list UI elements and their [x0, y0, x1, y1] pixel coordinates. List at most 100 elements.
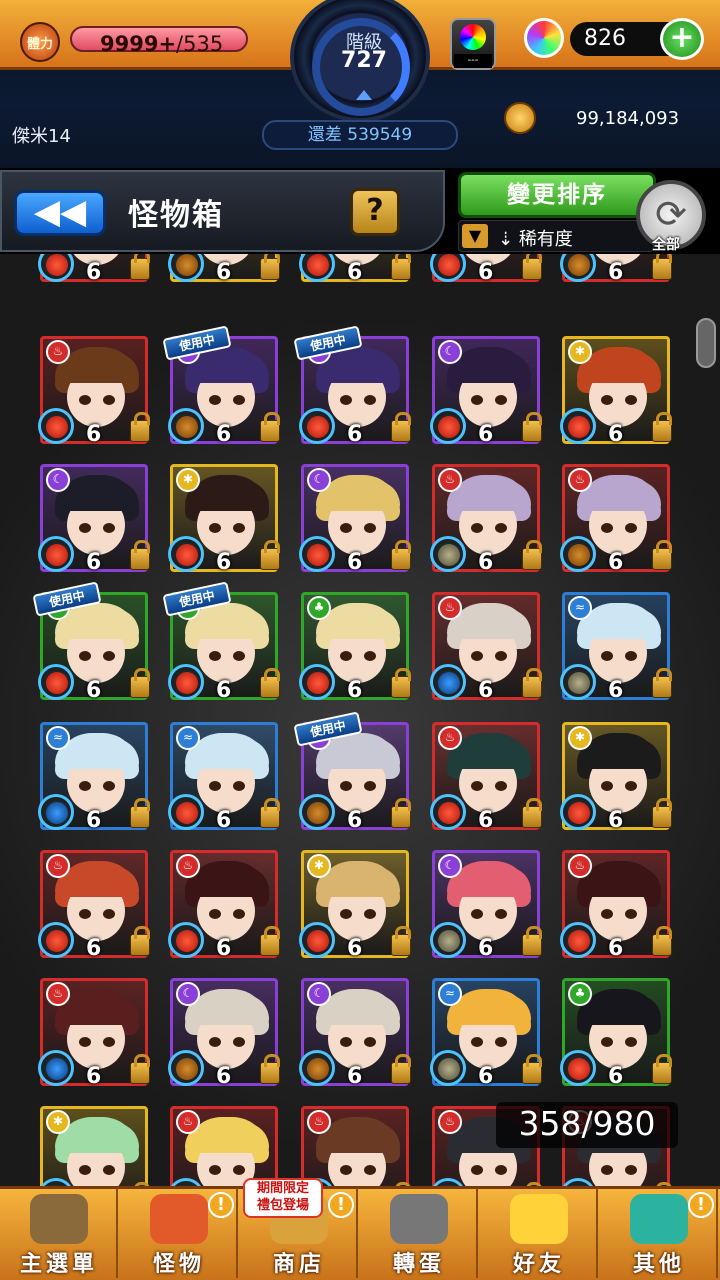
monster-card[interactable]: ☾ 6 使用中 [293, 325, 411, 447]
help-button[interactable]: ? [350, 188, 400, 236]
back-button[interactable]: ◀◀ [14, 190, 106, 236]
eye [364, 909, 376, 919]
eye [601, 781, 613, 791]
friends-icon [510, 1194, 568, 1244]
lock-icon [391, 926, 411, 956]
water-element-icon: ≈ [438, 982, 462, 1006]
lock-icon [130, 668, 150, 698]
fruit-icon [176, 254, 198, 276]
monster-box-grid[interactable]: ♨ 6 ✱ 6 ✱ 6 ♨ 6 [0, 254, 720, 1186]
fire-element-icon: ♨ [176, 1110, 200, 1134]
monster-level: 6 [86, 422, 102, 447]
monster-card[interactable]: ♨ 6 [430, 592, 542, 703]
monster-card[interactable]: ♣ 6 [560, 978, 672, 1089]
monster-card[interactable]: ≈ 6 [168, 722, 280, 833]
filter-icon[interactable]: ▼ [462, 224, 488, 248]
monster-card[interactable]: ♨ 6 [560, 254, 672, 285]
monster-level: 6 [478, 808, 494, 833]
eye [495, 395, 507, 405]
eye [625, 651, 637, 661]
gem-case-button[interactable]: --- [450, 18, 496, 70]
monster-card[interactable]: ≈ 6 [430, 978, 542, 1089]
fruit-icon [568, 1058, 590, 1080]
monster-card[interactable]: ♨ 6 [168, 1106, 280, 1186]
monster-card[interactable]: ♨ 6 [38, 850, 150, 961]
lock-icon [652, 540, 672, 570]
monster-card[interactable]: ♨ 6 [430, 464, 542, 575]
monster-card[interactable]: ♣ 6 使用中 [162, 581, 280, 703]
lock-icon [260, 540, 280, 570]
monster-card[interactable]: ✱ 6 [560, 336, 672, 447]
monster-card[interactable]: ♨ 6 [430, 722, 542, 833]
nav-item[interactable]: 怪物! [120, 1188, 238, 1278]
monster-card[interactable]: ♨ 6 [38, 254, 150, 285]
monster-card[interactable]: ☾ 6 [38, 464, 150, 575]
eye [209, 651, 221, 661]
fruit-icon [568, 254, 590, 276]
lock-icon [652, 668, 672, 698]
monster-card[interactable]: ♨ 6 [38, 978, 150, 1089]
eye [625, 909, 637, 919]
dark-element-icon: ☾ [438, 340, 462, 364]
monster-card[interactable]: ✱ 6 [299, 850, 411, 961]
fire-element-icon: ♨ [307, 1110, 331, 1134]
monster-card[interactable]: ✱ 6 [168, 464, 280, 575]
eye [625, 523, 637, 533]
water-element-icon: ≈ [568, 596, 592, 620]
nav-item-label: 轉蛋 [392, 1252, 445, 1277]
monster-level: 6 [86, 678, 102, 703]
light-element-icon: ✱ [568, 340, 592, 364]
monster-card[interactable]: ✱ 6 [299, 254, 411, 285]
fruit-icon [568, 930, 590, 952]
monster-card[interactable]: ♨ 6 [560, 850, 672, 961]
monster-card[interactable]: ☾ 6 [168, 978, 280, 1089]
lock-icon [391, 540, 411, 570]
nav-item[interactable]: 主選單 [0, 1188, 118, 1278]
monster-card[interactable]: ✱ 6 [168, 254, 280, 285]
fruit-icon [307, 416, 329, 438]
monster-card[interactable]: ☾ 6 [299, 464, 411, 575]
buy-orb-button[interactable]: + [660, 18, 704, 60]
scrollbar-handle[interactable] [696, 318, 716, 368]
monster-card[interactable]: ≈ 6 [560, 592, 672, 703]
gem-case-label: --- [454, 54, 492, 68]
monster-card[interactable]: ♨ 6 [168, 850, 280, 961]
monster-card[interactable]: ♨ 6 [560, 464, 672, 575]
eye [364, 523, 376, 533]
monster-card[interactable]: ✱ 6 [560, 722, 672, 833]
monster-level: 6 [216, 550, 232, 575]
fruit-icon [46, 1058, 68, 1080]
monster-level: 6 [216, 808, 232, 833]
monster-card[interactable]: ☾ 6 [299, 978, 411, 1089]
fruit-icon [438, 930, 460, 952]
monster-level: 6 [216, 936, 232, 961]
sort-label: ⇣ 稀有度 [498, 229, 573, 250]
eye [471, 1165, 483, 1175]
dark-element-icon: ☾ [307, 468, 331, 492]
monster-card[interactable]: ✱ 6 [38, 1106, 150, 1186]
monster-card[interactable]: ♣ 6 [299, 592, 411, 703]
monster-card[interactable]: ♨ 6 [299, 1106, 411, 1186]
nav-item[interactable]: 好友 [480, 1188, 598, 1278]
monster-level: 6 [216, 422, 232, 447]
filter-all-label: 全部 [652, 237, 680, 253]
monster-card[interactable]: ♨ 6 [38, 336, 150, 447]
monster-card[interactable]: ☾ 6 使用中 [162, 325, 280, 447]
nav-item[interactable]: 其他! [600, 1188, 718, 1278]
lock-icon [391, 668, 411, 698]
fruit-icon [438, 672, 460, 694]
monster-card[interactable]: ☾ 6 [430, 336, 542, 447]
fruit-icon [46, 802, 68, 824]
monster-card[interactable]: ♨ 6 [430, 254, 542, 285]
eye [79, 651, 91, 661]
monster-card[interactable]: ☾ 6 [430, 850, 542, 961]
change-sort-button[interactable]: 變更排序 [458, 172, 656, 218]
fruit-icon [307, 544, 329, 566]
monster-card[interactable]: ☾ 6 使用中 [293, 711, 411, 833]
monster-card[interactable]: ≈ 6 [38, 722, 150, 833]
nav-item[interactable]: 轉蛋 [360, 1188, 478, 1278]
eye [471, 1037, 483, 1047]
monster-card[interactable]: ♣ 6 使用中 [32, 581, 150, 703]
eye [233, 523, 245, 533]
notification-icon: ! [208, 1192, 234, 1218]
